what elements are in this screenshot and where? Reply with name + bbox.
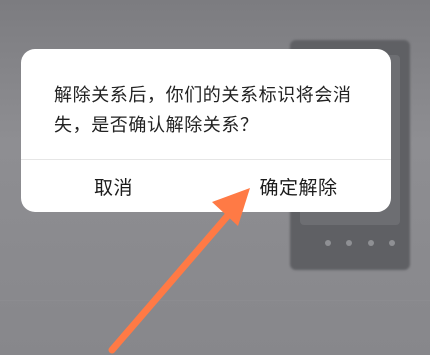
background-divider bbox=[0, 300, 430, 301]
background-dot-icon bbox=[388, 240, 395, 246]
background-dot-icon bbox=[346, 240, 353, 246]
cancel-button[interactable]: 取消 bbox=[21, 160, 206, 212]
dialog-actions: 取消 确定解除 bbox=[21, 160, 391, 212]
confirm-unbind-button[interactable]: 确定解除 bbox=[206, 160, 391, 212]
background-dot-icon bbox=[325, 240, 331, 246]
confirm-dialog: 解除关系后，你们的关系标识将会消失，是否确认解除关系？ 取消 确定解除 bbox=[21, 49, 391, 212]
background-dot-icon bbox=[367, 240, 374, 246]
dialog-message: 解除关系后，你们的关系标识将会消失，是否确认解除关系？ bbox=[54, 85, 352, 136]
background-card-toolbar bbox=[325, 240, 395, 250]
